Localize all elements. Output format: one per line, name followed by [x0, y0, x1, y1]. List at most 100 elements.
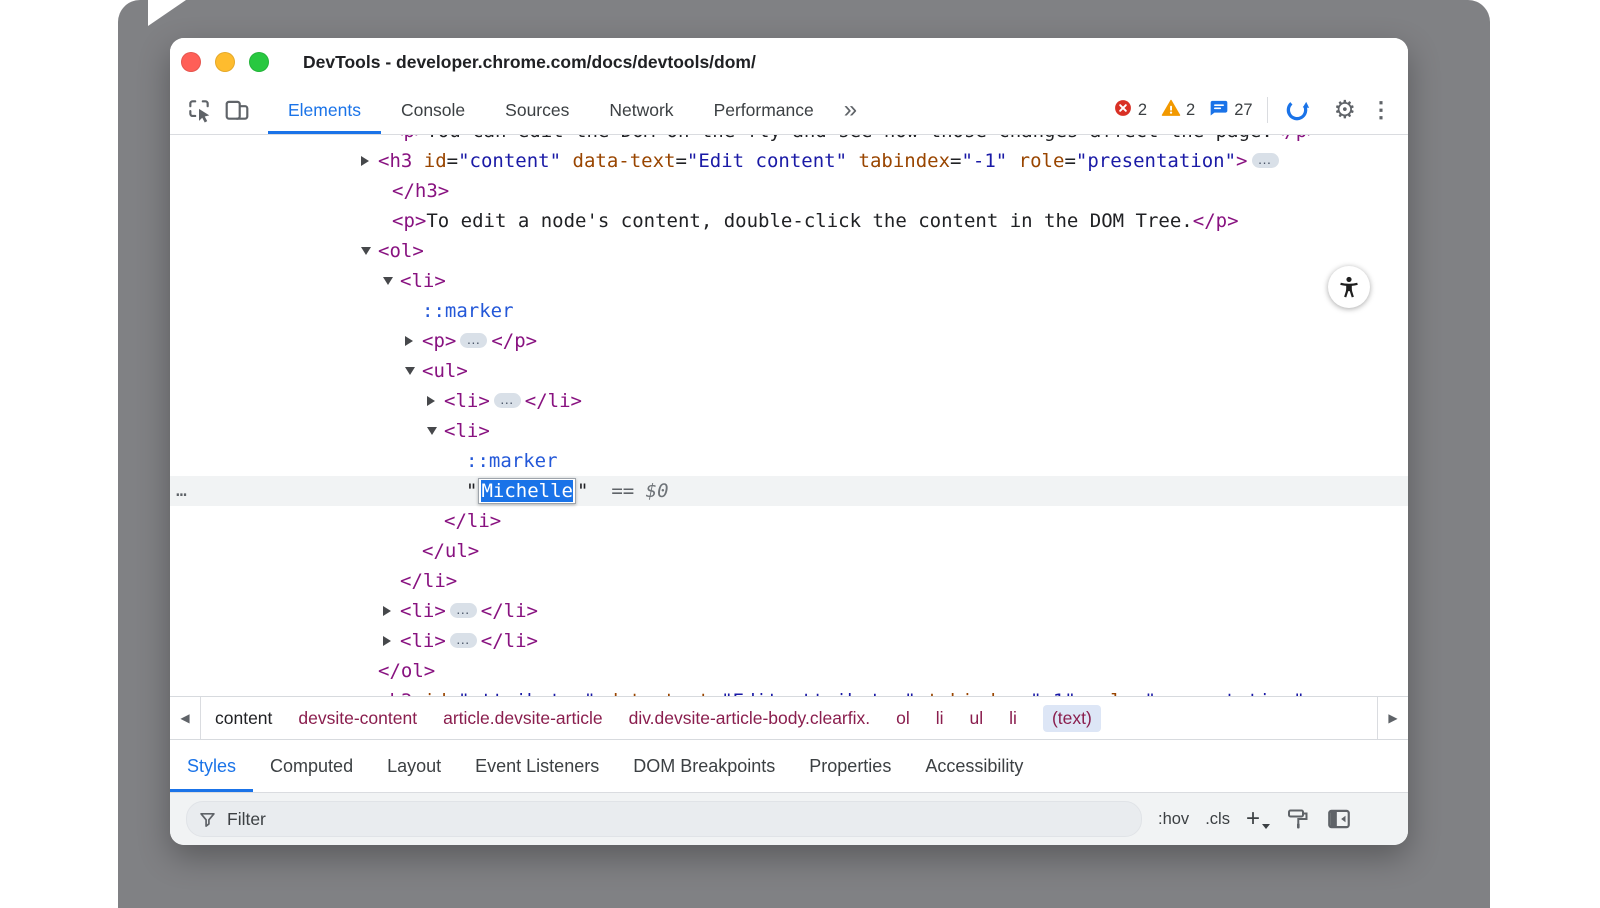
window-title: DevTools - developer.chrome.com/docs/dev…	[303, 52, 756, 73]
devtools-toolbar: ElementsConsoleSourcesNetworkPerformance…	[170, 86, 1408, 135]
new-style-rule-button[interactable]: +	[1246, 807, 1270, 831]
dom-tree-line[interactable]: <h3 id="attributes" data-text="Edit attr…	[170, 686, 1408, 696]
toolbar-tab-network[interactable]: Network	[589, 86, 693, 134]
settings-gear-icon[interactable]: ⚙	[1334, 98, 1356, 123]
kebab-menu-icon[interactable]: ⋮	[1370, 99, 1392, 121]
funnel-icon	[199, 811, 216, 828]
devtools-window: DevTools - developer.chrome.com/docs/dev…	[170, 38, 1408, 845]
sidebar-tab-accessibility[interactable]: Accessibility	[908, 740, 1040, 792]
issues-status-badge[interactable]: 27	[1209, 98, 1252, 123]
main-panel-tab-strip: ElementsConsoleSourcesNetworkPerformance	[268, 86, 834, 134]
sidebar-tab-event-listeners[interactable]: Event Listeners	[458, 740, 616, 792]
toolbar-divider	[1267, 97, 1268, 123]
dom-tree: <p>You can edit the DOM on the fly and s…	[170, 135, 1408, 696]
minimize-button[interactable]	[215, 52, 235, 72]
dom-tree-line[interactable]: <p>…</p>	[170, 326, 1408, 356]
warning-count: 2	[1186, 101, 1195, 120]
dom-tree-line[interactable]: </ol>	[170, 656, 1408, 686]
dom-tree-line[interactable]: <ul>	[170, 356, 1408, 386]
styles-filter-bar: :hov .cls +	[170, 792, 1408, 845]
dom-tree-line[interactable]: </h3>	[170, 176, 1408, 206]
accessibility-person-icon	[1336, 274, 1362, 300]
disclosure-arrow-icon[interactable]	[383, 606, 391, 616]
sidebar-tab-properties[interactable]: Properties	[792, 740, 908, 792]
dom-tree-line[interactable]: ::marker	[170, 296, 1408, 326]
dom-tree-line[interactable]: <li>	[170, 416, 1408, 446]
warning-status-badge[interactable]: 2	[1161, 98, 1195, 123]
expand-ellipsis-button[interactable]: …	[494, 393, 521, 408]
more-tabs-button[interactable]: »	[834, 86, 867, 134]
dropdown-caret-icon	[1262, 824, 1270, 829]
disclosure-arrow-icon[interactable]	[427, 396, 435, 406]
error-count: 2	[1138, 101, 1147, 120]
error-icon	[1113, 98, 1133, 123]
toolbar-tab-sources[interactable]: Sources	[485, 86, 589, 134]
disclosure-arrow-icon[interactable]	[361, 696, 369, 697]
corner-notch	[148, 0, 186, 26]
page-background: DevTools - developer.chrome.com/docs/dev…	[0, 0, 1600, 908]
dom-tree-line[interactable]: <li>…</li>	[170, 596, 1408, 626]
dom-tree-line[interactable]: <p>You can edit the DOM on the fly and s…	[170, 135, 1408, 146]
toggle-sidebar-icon[interactable]	[1326, 806, 1352, 832]
dom-tree-line[interactable]: ::marker	[170, 446, 1408, 476]
disclosure-arrow-icon[interactable]	[383, 277, 393, 285]
title-bar: DevTools - developer.chrome.com/docs/dev…	[170, 38, 1408, 86]
close-button[interactable]	[181, 52, 201, 72]
paint-roller-icon[interactable]	[1286, 807, 1310, 831]
breadcrumb-item[interactable]: content	[215, 708, 272, 729]
plus-icon: +	[1246, 807, 1260, 831]
dom-tree-line[interactable]: </ul>	[170, 536, 1408, 566]
device-toolbar-icon[interactable]	[222, 95, 252, 125]
error-status-badge[interactable]: 2	[1113, 98, 1147, 123]
breadcrumb-item[interactable]: li	[936, 708, 944, 729]
disclosure-arrow-icon[interactable]	[383, 636, 391, 646]
dom-tree-line[interactable]: <ol>	[170, 236, 1408, 266]
element-classes-button[interactable]: .cls	[1205, 810, 1230, 829]
breadcrumb-scroll-right[interactable]: ▶	[1377, 697, 1408, 739]
dom-tree-line[interactable]: …"Michelle" == $0	[170, 476, 1408, 506]
sidebar-tab-computed[interactable]: Computed	[253, 740, 370, 792]
dom-tree-line[interactable]: </li>	[170, 566, 1408, 596]
expand-ellipsis-button[interactable]: …	[450, 603, 477, 618]
dom-tree-line[interactable]: <p>To edit a node's content, double-clic…	[170, 206, 1408, 236]
dom-tree-line[interactable]: <li>…</li>	[170, 626, 1408, 656]
filter-field[interactable]	[186, 801, 1142, 837]
toolbar-tab-elements[interactable]: Elements	[268, 86, 381, 134]
zoom-button[interactable]	[249, 52, 269, 72]
toggle-element-state-button[interactable]: :hov	[1158, 810, 1189, 829]
disclosure-arrow-icon[interactable]	[361, 247, 371, 255]
disclosure-arrow-icon[interactable]	[405, 336, 413, 346]
issue-count: 27	[1234, 101, 1252, 120]
inline-edit-box[interactable]: Michelle	[478, 478, 576, 504]
disclosure-arrow-icon[interactable]	[361, 156, 369, 166]
disclosure-arrow-icon[interactable]	[427, 427, 437, 435]
expand-ellipsis-button[interactable]: …	[450, 633, 477, 648]
toolbar-tab-performance[interactable]: Performance	[694, 86, 834, 134]
sidebar-tab-layout[interactable]: Layout	[370, 740, 458, 792]
toolbar-tab-console[interactable]: Console	[381, 86, 485, 134]
sync-circle-icon[interactable]	[1282, 95, 1312, 125]
breadcrumb-item[interactable]: devsite-content	[298, 708, 417, 729]
breadcrumb-item[interactable]: li	[1009, 708, 1017, 729]
breadcrumb-item[interactable]: (text)	[1043, 705, 1101, 732]
sidebar-tab-styles[interactable]: Styles	[170, 740, 253, 792]
disclosure-arrow-icon[interactable]	[405, 367, 415, 375]
expand-ellipsis-button[interactable]: …	[460, 333, 487, 348]
row-overflow-dots[interactable]: …	[176, 476, 188, 506]
breadcrumb-scroll-left[interactable]: ◀	[170, 697, 201, 739]
breadcrumb-item[interactable]: article.devsite-article	[443, 708, 603, 729]
breadcrumb-item[interactable]: ol	[896, 708, 910, 729]
breadcrumb-item[interactable]: div.devsite-article-body.clearfix.	[629, 708, 871, 729]
filter-input[interactable]	[225, 808, 1129, 831]
dom-tree-line[interactable]: <li>…</li>	[170, 386, 1408, 416]
dom-tree-lines: <p>You can edit the DOM on the fly and s…	[170, 135, 1408, 696]
expand-ellipsis-button[interactable]: …	[1252, 153, 1279, 168]
dom-tree-line[interactable]: <li>	[170, 266, 1408, 296]
accessibility-button[interactable]	[1328, 266, 1370, 308]
inspect-icon[interactable]	[184, 95, 214, 125]
sidebar-tab-strip: StylesComputedLayoutEvent ListenersDOM B…	[170, 740, 1408, 792]
sidebar-tab-dom-breakpoints[interactable]: DOM Breakpoints	[616, 740, 792, 792]
dom-tree-line[interactable]: </li>	[170, 506, 1408, 536]
breadcrumb-item[interactable]: ul	[970, 708, 984, 729]
dom-tree-line[interactable]: <h3 id="content" data-text="Edit content…	[170, 146, 1408, 176]
